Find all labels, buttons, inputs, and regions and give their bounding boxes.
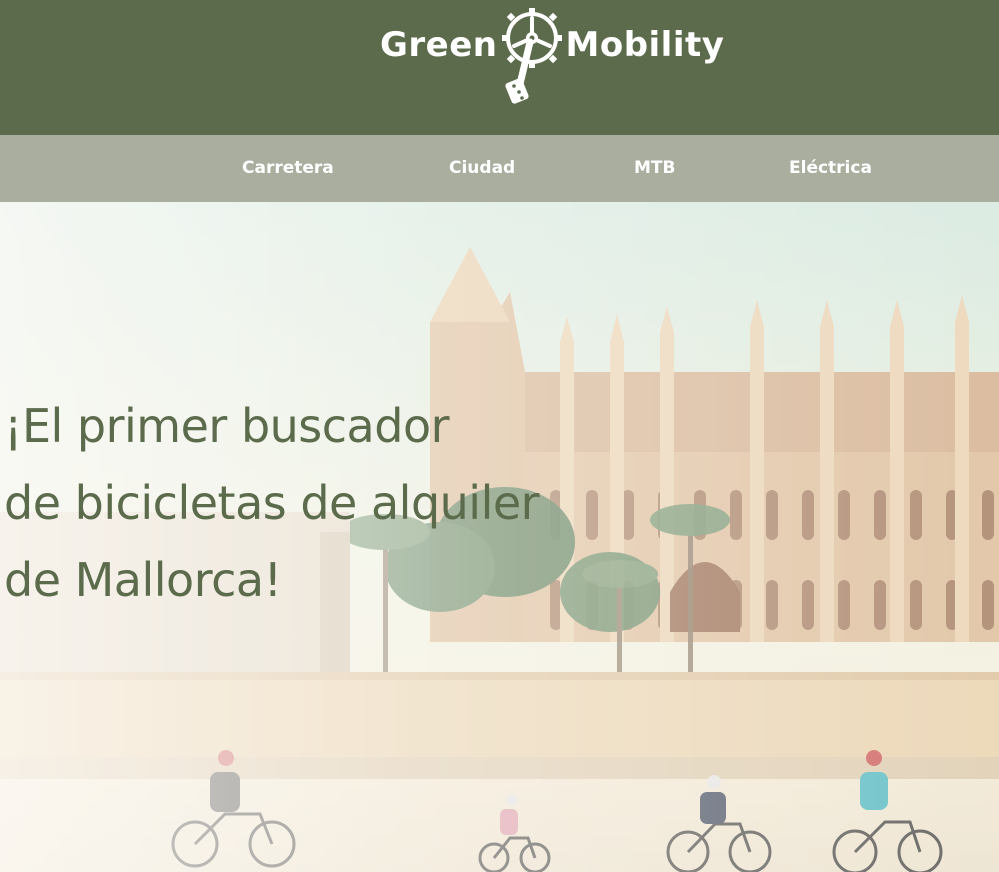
nav-item-ciudad[interactable]: Ciudad xyxy=(449,157,515,179)
main-nav: Carretera Ciudad MTB Eléctrica xyxy=(0,135,999,202)
nav-item-mtb[interactable]: MTB xyxy=(634,157,675,179)
bike-crank-gear-icon xyxy=(501,8,562,104)
hero-headline: ¡El primer buscador de bicicletas de alq… xyxy=(4,388,540,619)
hero-headline-line-1: ¡El primer buscador xyxy=(4,399,450,453)
hero-section: ¡El primer buscador de bicicletas de alq… xyxy=(0,202,999,872)
logo-word-green: Green xyxy=(380,25,498,65)
site-logo[interactable]: Green Mobility xyxy=(380,6,750,106)
logo-word-mobility: Mobility xyxy=(565,25,725,65)
hero-headline-line-2: de bicicletas de alquiler xyxy=(4,476,540,530)
nav-item-electrica[interactable]: Eléctrica xyxy=(789,157,872,179)
hero-headline-line-3: de Mallorca! xyxy=(4,553,282,607)
nav-item-carretera[interactable]: Carretera xyxy=(242,157,334,179)
site-header: Green Mobility xyxy=(0,0,999,135)
